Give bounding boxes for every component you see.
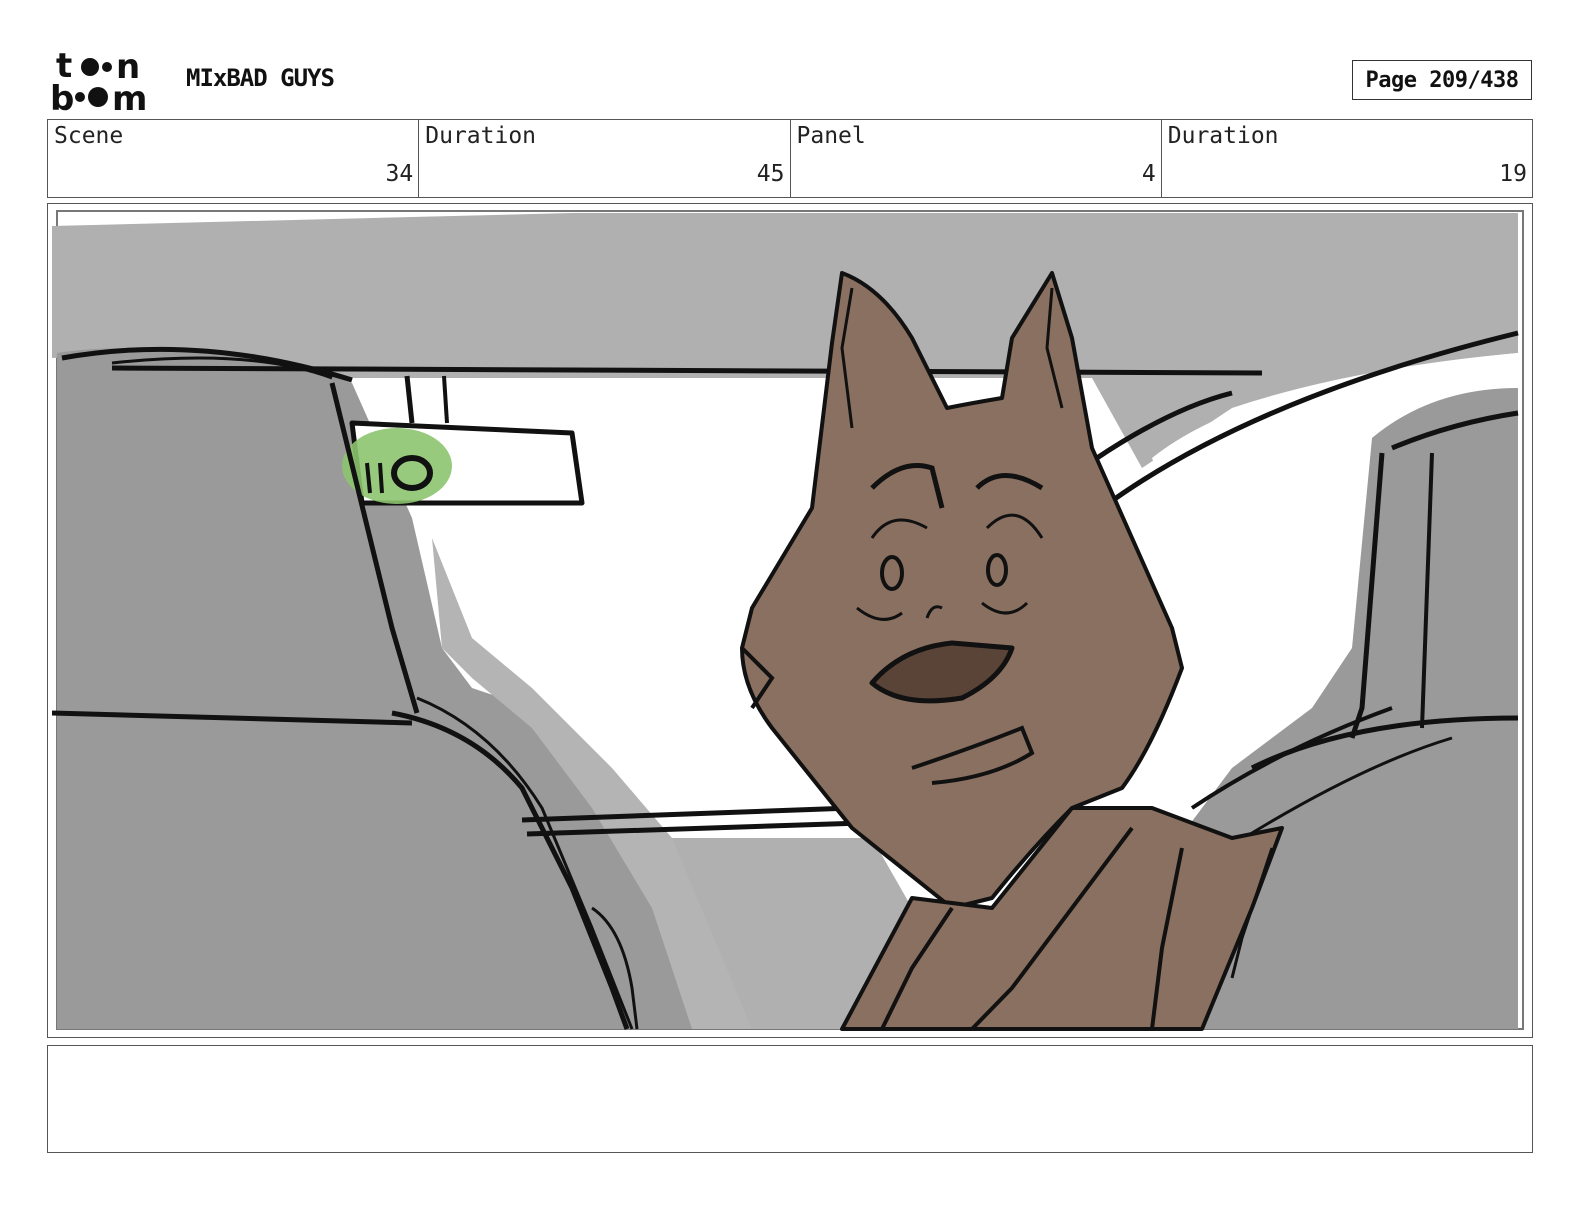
scene-duration-cell: Duration 45 bbox=[419, 120, 791, 197]
panel-notes[interactable] bbox=[47, 1045, 1533, 1153]
storyboard-panel bbox=[47, 203, 1533, 1038]
panel-info-row: Scene 34 Duration 45 Panel 4 Duration 19 bbox=[47, 119, 1533, 198]
panel-label: Panel bbox=[796, 123, 866, 149]
panel-duration-value: 19 bbox=[1499, 161, 1527, 187]
toonboom-logo: t n b m bbox=[50, 46, 166, 119]
svg-text:m: m bbox=[112, 79, 147, 112]
scene-duration-value: 45 bbox=[756, 161, 785, 187]
page-indicator: Page 209/438 bbox=[1352, 60, 1532, 100]
storyboard-drawing bbox=[52, 210, 1524, 1031]
panel-cell: Panel 4 bbox=[791, 120, 1162, 197]
panel-value: 4 bbox=[1141, 161, 1156, 187]
scene-duration-label: Duration bbox=[425, 123, 537, 149]
panel-duration-label: Duration bbox=[1167, 123, 1279, 149]
scene-label: Scene bbox=[54, 123, 124, 149]
project-title: MIxBAD GUYS bbox=[186, 64, 335, 92]
scene-cell: Scene 34 bbox=[48, 120, 420, 197]
svg-text:b: b bbox=[50, 79, 74, 112]
scene-value: 34 bbox=[385, 161, 414, 187]
panel-duration-cell: Duration 19 bbox=[1162, 120, 1532, 197]
